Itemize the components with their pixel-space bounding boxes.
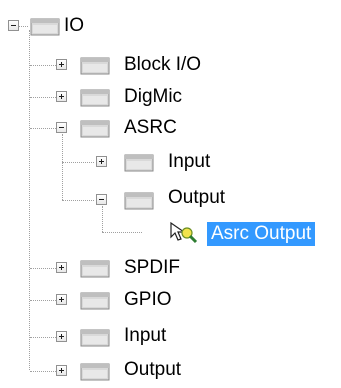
expand-button[interactable] bbox=[56, 331, 67, 342]
collapse-button[interactable] bbox=[56, 122, 67, 133]
tree-node-label[interactable]: GPIO bbox=[124, 288, 172, 312]
expand-button[interactable] bbox=[56, 59, 67, 70]
tree-line bbox=[102, 232, 142, 233]
tree-line bbox=[62, 200, 94, 201]
tree-line bbox=[62, 134, 63, 200]
tree-node-label[interactable]: Output bbox=[168, 186, 225, 210]
tree-view[interactable]: IO Block I/O DigMic ASRC Input Output As… bbox=[0, 0, 341, 388]
tree-line bbox=[29, 30, 30, 370]
tree-node-icon bbox=[80, 57, 110, 75]
expand-button[interactable] bbox=[96, 156, 107, 167]
tree-node-icon bbox=[80, 120, 110, 138]
tree-node-icon bbox=[80, 260, 110, 278]
tree-line bbox=[102, 206, 103, 232]
tree-node-label[interactable]: Output bbox=[124, 358, 181, 382]
tree-node-label[interactable]: Input bbox=[124, 324, 166, 348]
expand-button[interactable] bbox=[56, 91, 67, 102]
expand-button[interactable] bbox=[56, 294, 67, 305]
tree-line bbox=[62, 162, 94, 163]
tree-node-icon bbox=[30, 18, 60, 36]
tree-node-icon bbox=[80, 89, 110, 107]
tree-node-label[interactable]: ASRC bbox=[124, 116, 177, 140]
expand-button[interactable] bbox=[56, 365, 67, 376]
cell-tool-icon bbox=[170, 221, 198, 244]
tree-node-icon bbox=[124, 192, 154, 210]
tree-node-label-selected[interactable]: Asrc Output bbox=[207, 222, 316, 246]
tree-node-label[interactable]: Input bbox=[168, 150, 210, 174]
tree-node-icon bbox=[124, 154, 154, 172]
tree-node-label[interactable]: DigMic bbox=[124, 85, 182, 109]
collapse-button[interactable] bbox=[8, 20, 19, 31]
tree-node-label[interactable]: SPDIF bbox=[124, 256, 180, 280]
collapse-button[interactable] bbox=[96, 194, 107, 205]
tree-node-icon bbox=[80, 292, 110, 310]
tree-node-icon bbox=[80, 363, 110, 381]
tree-node-icon bbox=[80, 329, 110, 347]
tree-node-label[interactable]: Block I/O bbox=[124, 53, 201, 77]
tree-node-label[interactable]: IO bbox=[64, 14, 84, 38]
expand-button[interactable] bbox=[56, 262, 67, 273]
